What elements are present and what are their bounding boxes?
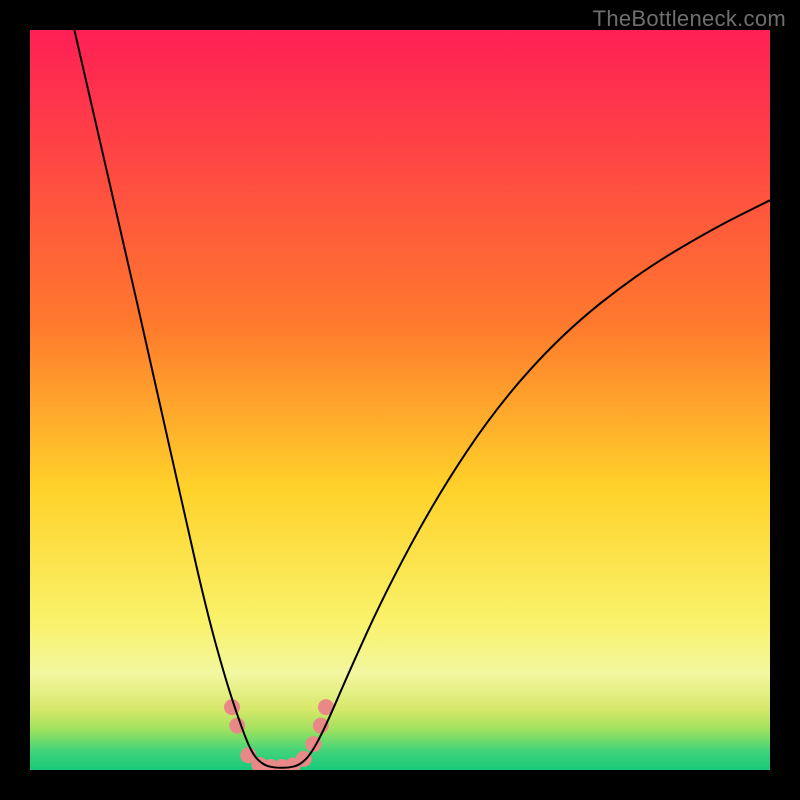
curve-line (74, 30, 770, 768)
chart-frame: TheBottleneck.com (0, 0, 800, 800)
plot-area (30, 30, 770, 770)
markers-group (224, 699, 334, 770)
watermark-text: TheBottleneck.com (593, 6, 786, 32)
chart-svg (30, 30, 770, 770)
